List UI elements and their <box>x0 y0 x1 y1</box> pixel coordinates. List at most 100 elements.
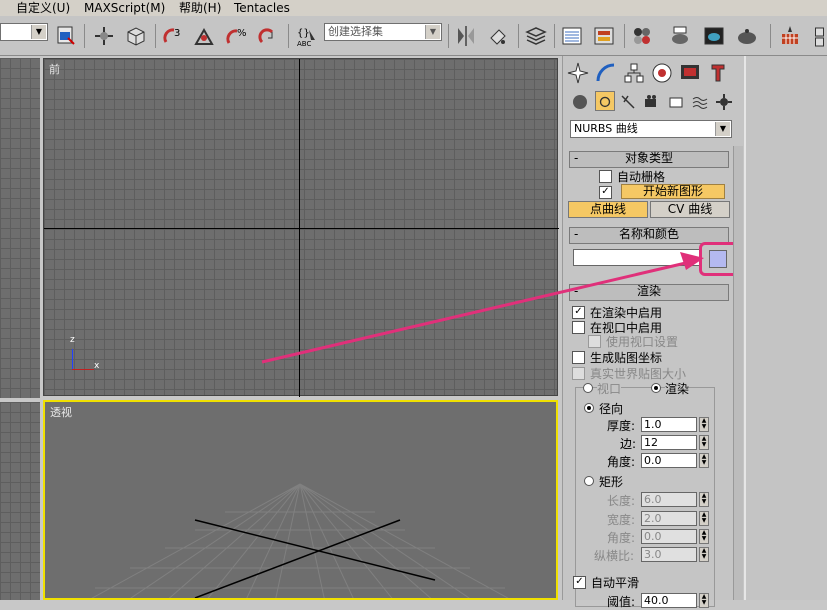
render-setup-icon[interactable] <box>666 22 694 50</box>
thickness-spin-buttons[interactable]: ▲ ▼ <box>699 417 709 432</box>
real-world-checkbox[interactable] <box>572 367 585 380</box>
layers-icon[interactable] <box>522 22 550 50</box>
percent-snap-icon[interactable]: % <box>222 22 250 50</box>
thickness-label: 厚度: <box>607 419 636 433</box>
right-empty-area <box>744 56 827 600</box>
angle2-spin-buttons[interactable]: ▲ ▼ <box>699 529 709 544</box>
rendering-title: 渲染 <box>636 284 661 298</box>
rectangular-radio[interactable] <box>584 476 594 486</box>
aspect-label: 纵横比: <box>594 549 635 563</box>
length-spinner[interactable]: 6.0 <box>641 492 697 507</box>
front-viewport[interactable]: 前 z x <box>43 58 559 397</box>
lights-icon[interactable] <box>619 93 637 114</box>
menu-help[interactable]: 帮助(H) <box>179 0 221 16</box>
cv-curve-button[interactable]: CV 曲线 <box>650 201 730 218</box>
angle2-spinner[interactable]: 0.0 <box>641 529 697 544</box>
angle-snap-icon[interactable]: 3 <box>158 22 186 50</box>
use-viewport-settings-checkbox[interactable] <box>588 335 601 348</box>
command-panel: NURBS 曲线 ▼ - 对象类型 自动栅格 ✓ 开始新图形 点曲线 CV 曲线 -… <box>562 56 745 609</box>
auto-smooth-label: 自动平滑 <box>591 576 640 590</box>
use-viewport-settings-label: 使用视口设置 <box>606 335 679 349</box>
aspect-spin-buttons[interactable]: ▲ ▼ <box>699 547 709 562</box>
snap-icon[interactable] <box>190 22 218 50</box>
space-warps-icon[interactable] <box>691 93 709 114</box>
box-icon[interactable] <box>122 22 150 50</box>
select-icon[interactable] <box>52 22 80 50</box>
length-spin-buttons[interactable]: ▲ ▼ <box>699 492 709 507</box>
menu-maxscript[interactable]: MAXScript(M) <box>84 0 165 16</box>
vertical-axis-line <box>299 59 300 397</box>
axis-z-label: z <box>70 335 75 345</box>
viewport-radio[interactable] <box>583 383 593 393</box>
width-spin-buttons[interactable]: ▲ ▼ <box>699 511 709 526</box>
sides-label: 边: <box>620 437 637 451</box>
display-tab-icon[interactable] <box>677 60 703 86</box>
menu-bar: 自定义(U) MAXScript(M) 帮助(H) Tentacles <box>0 0 827 16</box>
auto-grid-checkbox[interactable] <box>599 170 612 183</box>
sides-spinner[interactable]: 12 <box>641 435 697 450</box>
spinner-snap-icon[interactable] <box>254 22 282 50</box>
selection-filter-dropdown[interactable]: ▼ <box>0 23 48 41</box>
axis-x-label: x <box>94 361 100 371</box>
enable-in-viewport-checkbox[interactable] <box>572 321 585 334</box>
render-radio[interactable] <box>651 383 661 393</box>
sides-spin-buttons[interactable]: ▲ ▼ <box>699 435 709 450</box>
front-viewport-label[interactable]: 前 <box>49 61 60 77</box>
create-subcategories <box>563 91 745 113</box>
cameras-icon[interactable] <box>643 93 661 114</box>
curve-editor-icon[interactable] <box>558 22 586 50</box>
threshold-spinner[interactable]: 40.0 <box>641 593 697 608</box>
hierarchy-tab-icon[interactable] <box>621 60 647 86</box>
angle-spin-buttons[interactable]: ▲ ▼ <box>699 453 709 468</box>
selection-set-text: 创建选择集 <box>328 25 383 38</box>
threshold-spin-buttons[interactable]: ▲ ▼ <box>699 593 709 608</box>
perspective-viewport[interactable]: 透视 <box>43 400 558 600</box>
object-name-field[interactable] <box>573 249 701 266</box>
helpers-icon[interactable] <box>667 93 685 114</box>
enable-in-render-checkbox[interactable]: ✓ <box>572 306 585 319</box>
horizontal-axis-line <box>44 228 559 229</box>
align-icon[interactable] <box>484 22 512 50</box>
point-curve-button[interactable]: 点曲线 <box>568 201 648 218</box>
start-new-shape-checkbox[interactable]: ✓ <box>599 186 612 199</box>
panel-scrollbar[interactable] <box>733 146 743 600</box>
systems-icon[interactable] <box>715 93 733 114</box>
bottom-left-viewport-partial[interactable] <box>0 402 40 600</box>
material-editor-icon[interactable] <box>628 22 656 50</box>
auto-smooth-checkbox[interactable]: ✓ <box>573 576 586 589</box>
extra-icon[interactable] <box>776 22 804 50</box>
width-spinner[interactable]: 2.0 <box>641 511 697 526</box>
axis-tripod: z x <box>70 335 100 374</box>
angle-spinner[interactable]: 0.0 <box>641 453 697 468</box>
geometry-icon[interactable] <box>573 95 587 109</box>
select-object-icon[interactable] <box>90 22 118 50</box>
aspect-spinner[interactable]: 3.0 <box>641 547 697 562</box>
thickness-spinner[interactable]: 1.0 <box>641 417 697 432</box>
gen-mapping-label: 生成贴图坐标 <box>590 351 663 365</box>
category-dropdown[interactable]: NURBS 曲线 ▼ <box>570 120 732 138</box>
overflow-icon[interactable] <box>812 22 827 50</box>
mirror-icon[interactable] <box>452 22 480 50</box>
gen-mapping-checkbox[interactable] <box>572 351 585 364</box>
svg-text:ABC: ABC <box>297 40 311 48</box>
top-left-viewport-partial[interactable] <box>0 58 40 398</box>
auto-grid-label: 自动栅格 <box>617 170 666 184</box>
start-new-shape-button[interactable]: 开始新图形 <box>621 184 725 199</box>
object-type-rollout-header[interactable]: - 对象类型 <box>569 151 729 168</box>
quick-render-icon[interactable] <box>733 22 761 50</box>
object-type-title: 对象类型 <box>624 151 673 165</box>
motion-tab-icon[interactable] <box>649 60 675 86</box>
selection-set-dropdown[interactable]: 创建选择集 ▼ <box>324 23 442 41</box>
color-swatch[interactable] <box>709 250 727 268</box>
named-sets-icon[interactable]: {} ABC <box>293 22 321 50</box>
schematic-icon[interactable] <box>590 22 618 50</box>
radial-radio[interactable] <box>584 403 594 413</box>
render-frame-icon[interactable] <box>700 22 728 50</box>
utilities-tab-icon[interactable] <box>705 60 731 86</box>
menu-tentacles[interactable]: Tentacles <box>234 0 290 16</box>
modify-tab-icon[interactable] <box>593 60 619 86</box>
shapes-icon[interactable] <box>595 91 615 111</box>
menu-customize[interactable]: 自定义(U) <box>16 0 70 16</box>
create-tab-icon[interactable] <box>565 60 591 86</box>
rendering-rollout-header[interactable]: - 渲染 <box>569 284 729 301</box>
